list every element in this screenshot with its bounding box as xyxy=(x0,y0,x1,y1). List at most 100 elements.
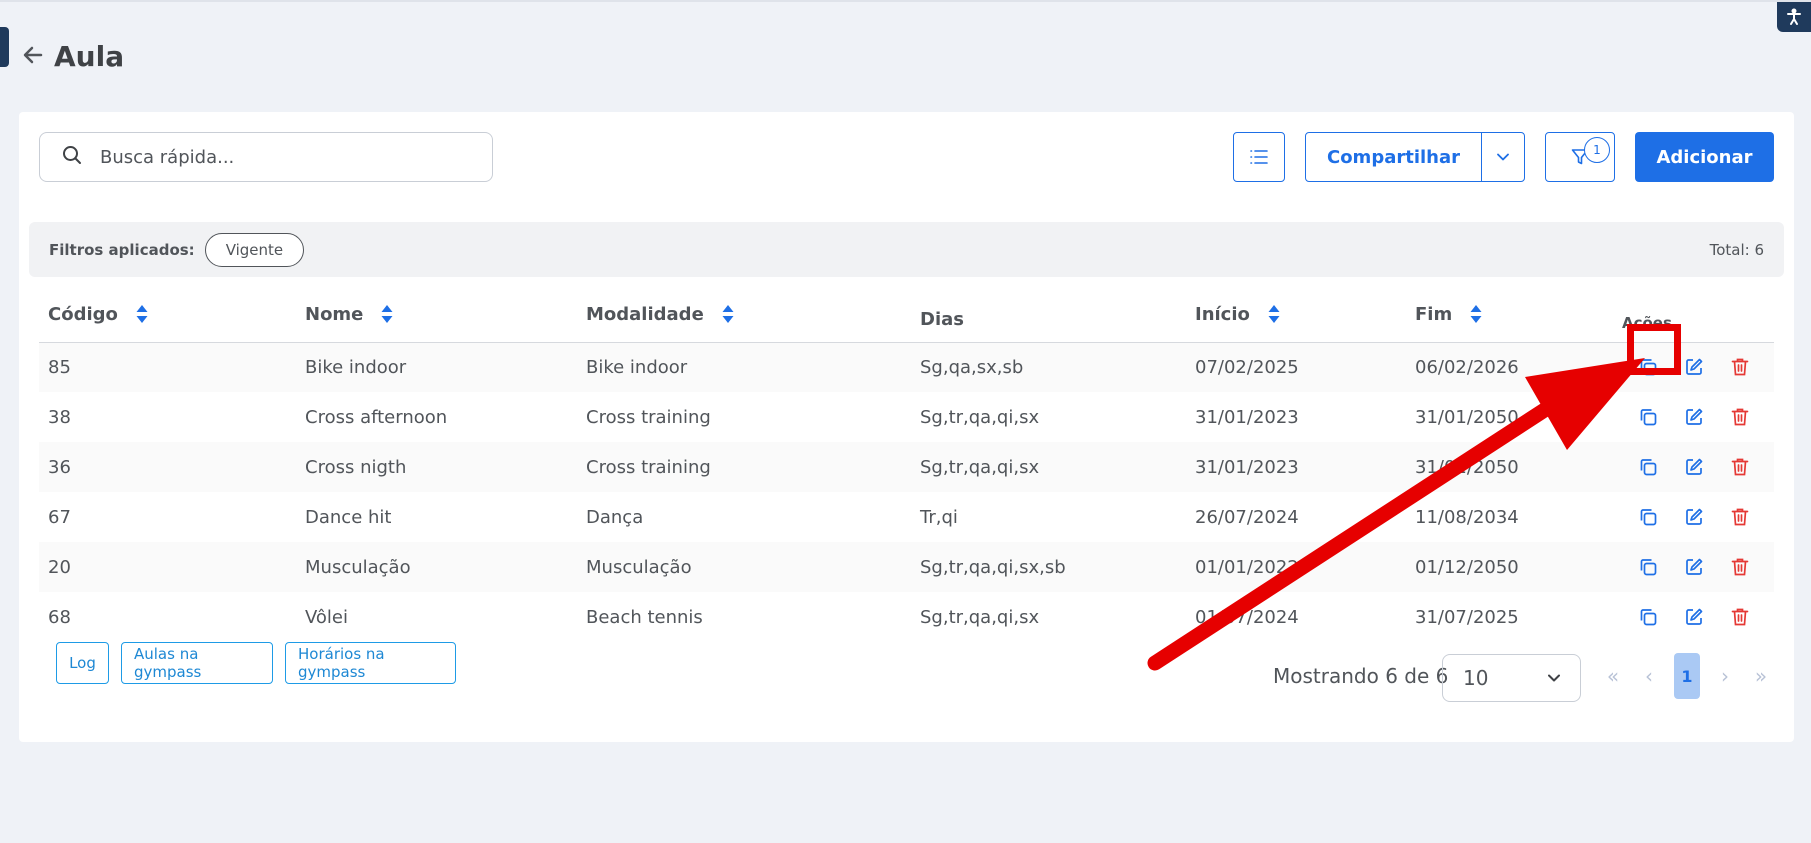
search-input[interactable] xyxy=(100,146,430,168)
aulas-gympass-button[interactable]: Aulas na gympass xyxy=(121,642,273,684)
copy-icon[interactable] xyxy=(1636,555,1660,579)
pagination-summary: Mostrando 6 de 6 xyxy=(1273,664,1449,688)
cell-dias: Sg,qa,sx,sb xyxy=(911,342,1186,392)
table-header-row: Código Nome Modalidade Dias Início Fim A… xyxy=(39,287,1774,343)
next-page-icon[interactable]: › xyxy=(1714,664,1736,688)
last-page-icon[interactable]: » xyxy=(1750,664,1772,688)
cell-dias: Tr,qi xyxy=(920,506,958,528)
cell-modalidade: Cross training xyxy=(586,406,711,428)
chevron-down-icon xyxy=(1497,153,1509,161)
sort-icon[interactable] xyxy=(136,305,148,324)
column-header-inicio[interactable]: Início xyxy=(1186,287,1406,343)
copy-icon[interactable] xyxy=(1636,355,1660,379)
column-header-acoes: Ações xyxy=(1613,287,1774,343)
cell-dias: Sg,tr,qa,qi,sx xyxy=(920,606,1040,628)
cell-nome: Musculação xyxy=(296,542,577,592)
first-page-icon[interactable]: « xyxy=(1602,664,1624,688)
cell-fim: 01/12/2050 xyxy=(1406,542,1613,592)
search-box[interactable] xyxy=(39,132,493,182)
copy-icon[interactable] xyxy=(1636,405,1660,429)
table-row[interactable]: 38 Cross afternoon Cross training Sg,tr,qa,… xyxy=(39,392,1774,442)
copy-icon[interactable] xyxy=(1636,455,1660,479)
share-dropdown-button[interactable] xyxy=(1482,133,1524,181)
sort-icon[interactable] xyxy=(381,305,393,324)
applied-filters-bar: Filtros aplicados: Vigente Total: 6 xyxy=(29,222,1784,277)
cell-inicio: 31/01/2023 xyxy=(1186,442,1406,492)
share-button[interactable]: Compartilhar xyxy=(1306,133,1482,181)
table-row[interactable]: 36 Cross nigth Cross training Sg,tr,qa,qi,s… xyxy=(39,442,1774,492)
cell-fim: 06/02/2026 xyxy=(1406,342,1613,392)
sort-icon[interactable] xyxy=(1470,305,1482,324)
copy-icon[interactable] xyxy=(1636,605,1660,629)
classes-table: Código Nome Modalidade Dias Início Fim A… xyxy=(39,287,1774,642)
delete-icon[interactable] xyxy=(1728,605,1752,629)
column-list-button[interactable] xyxy=(1233,132,1285,182)
column-header-dias: Dias xyxy=(911,287,1186,343)
cell-dias: Sg,tr,qa,qi,sx,sb xyxy=(911,542,1186,592)
pagination: « ‹ 1 › » xyxy=(1602,653,1772,699)
delete-icon[interactable] xyxy=(1728,455,1752,479)
edit-icon[interactable] xyxy=(1682,605,1706,629)
accessibility-icon xyxy=(1787,8,1801,25)
cell-nome: Cross nigth xyxy=(296,442,577,492)
delete-icon[interactable] xyxy=(1728,405,1752,429)
page-size-select[interactable]: 10 xyxy=(1442,654,1581,702)
cell-inicio: 01/07/2024 xyxy=(1195,606,1299,628)
horarios-gympass-button[interactable]: Horários na gympass xyxy=(285,642,456,684)
edit-icon[interactable] xyxy=(1682,405,1706,429)
back-arrow-icon[interactable] xyxy=(22,44,44,70)
copy-icon[interactable] xyxy=(1636,505,1660,529)
column-header-nome[interactable]: Nome xyxy=(296,287,577,343)
filter-button[interactable]: 1 xyxy=(1545,132,1615,182)
sort-icon[interactable] xyxy=(1268,305,1280,324)
delete-icon[interactable] xyxy=(1728,355,1752,379)
edit-icon[interactable] xyxy=(1682,505,1706,529)
cell-actions xyxy=(1613,442,1774,492)
table-row[interactable]: 67 Dance hit Dança Tr,qi 26/07/2024 11/08/203… xyxy=(39,492,1774,542)
side-panel-tab[interactable] xyxy=(0,27,9,67)
cell-codigo: 20 xyxy=(39,542,296,592)
page-number-current[interactable]: 1 xyxy=(1674,653,1700,699)
cell-actions xyxy=(1613,492,1774,542)
total-count: Total: 6 xyxy=(1709,240,1764,259)
cell-actions xyxy=(1613,392,1774,442)
edit-icon[interactable] xyxy=(1682,555,1706,579)
cell-fim: 31/01/2050 xyxy=(1415,406,1519,428)
log-button[interactable]: Log xyxy=(56,642,109,684)
cell-inicio: 31/01/2023 xyxy=(1195,406,1299,428)
cell-codigo: 85 xyxy=(39,342,296,392)
filter-chip-vigente[interactable]: Vigente xyxy=(204,232,305,267)
page-title: Aula xyxy=(54,40,125,73)
page-size-value: 10 xyxy=(1463,666,1489,690)
cell-fim: 31/07/2025 xyxy=(1415,606,1519,628)
content-card: Compartilhar 1 Adicionar Filtros aplicad… xyxy=(19,112,1794,742)
cell-modalidade: Bike indoor xyxy=(577,342,911,392)
cell-modalidade: Beach tennis xyxy=(586,606,703,628)
edit-icon[interactable] xyxy=(1682,455,1706,479)
cell-codigo: 36 xyxy=(39,442,296,492)
cell-inicio: 07/02/2025 xyxy=(1186,342,1406,392)
table-row[interactable]: 20 Musculação Musculação Sg,tr,qa,qi,sx,sb 0… xyxy=(39,542,1774,592)
column-header-fim[interactable]: Fim xyxy=(1406,287,1613,343)
edit-icon[interactable] xyxy=(1682,355,1706,379)
delete-icon[interactable] xyxy=(1728,555,1752,579)
table-row[interactable]: 68 Vôlei Beach tennis Sg,tr,qa,qi,sx 01/07/2… xyxy=(39,592,1774,642)
prev-page-icon[interactable]: ‹ xyxy=(1638,664,1660,688)
accessibility-button[interactable] xyxy=(1777,2,1811,32)
cell-nome: Dance hit xyxy=(305,506,392,528)
column-header-codigo[interactable]: Código xyxy=(39,287,296,343)
add-button[interactable]: Adicionar xyxy=(1635,132,1774,182)
cell-nome: Bike indoor xyxy=(296,342,577,392)
cell-nome: Vôlei xyxy=(305,606,349,628)
cell-dias: Sg,tr,qa,qi,sx xyxy=(911,442,1186,492)
list-icon xyxy=(1250,150,1268,164)
delete-icon[interactable] xyxy=(1728,505,1752,529)
search-icon xyxy=(62,145,82,169)
sort-icon[interactable] xyxy=(722,305,734,324)
cell-actions xyxy=(1613,342,1774,392)
column-header-modalidade[interactable]: Modalidade xyxy=(577,287,911,343)
cell-fim: 11/08/2034 xyxy=(1415,506,1519,528)
cell-codigo: 68 xyxy=(48,606,71,628)
page-header: Aula xyxy=(22,40,124,73)
table-row[interactable]: 85 Bike indoor Bike indoor Sg,qa,sx,sb 07/02… xyxy=(39,342,1774,392)
